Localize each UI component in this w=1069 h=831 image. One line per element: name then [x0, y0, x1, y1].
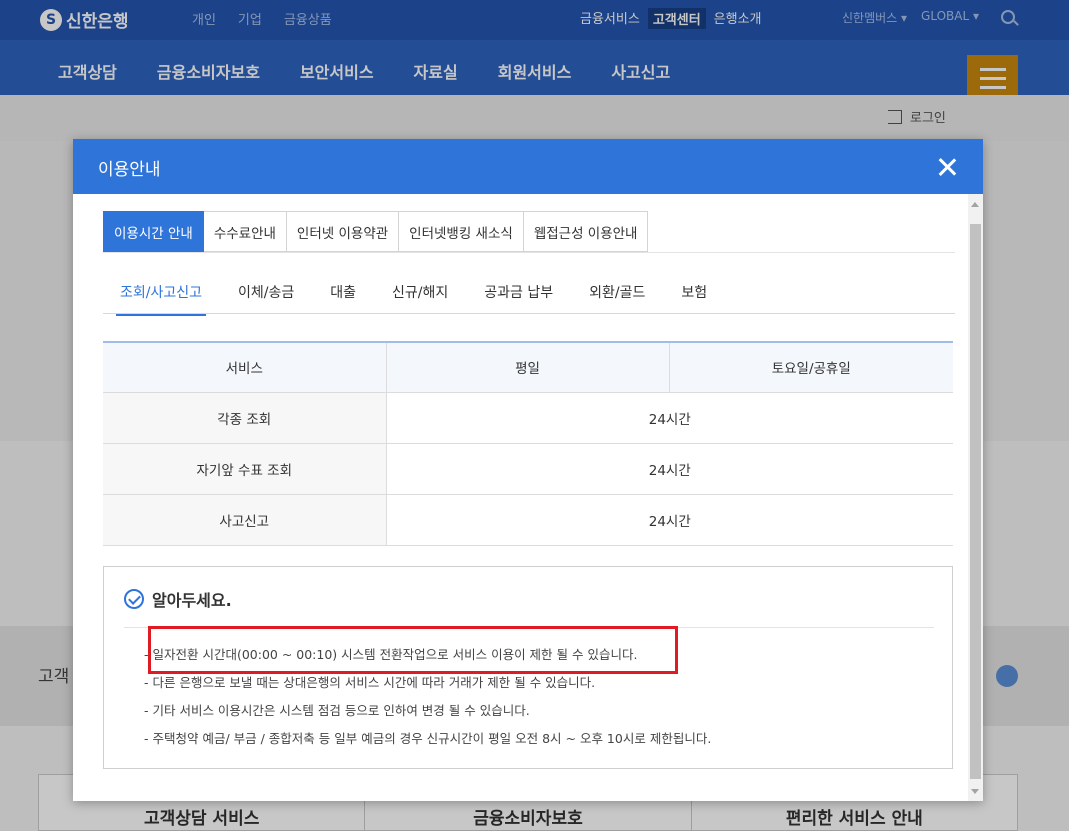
subtabs-divider — [103, 313, 955, 314]
scroll-thumb[interactable] — [970, 224, 981, 779]
table-row: 사고신고 24시간 — [103, 494, 953, 546]
row-service: 각종 조회 — [103, 392, 386, 444]
row-service: 자기앞 수표 조회 — [103, 443, 386, 495]
tab-fees[interactable]: 수수료안내 — [203, 211, 287, 252]
subtab-open-close[interactable]: 신규/해지 — [392, 282, 448, 316]
subtab-utility-payment[interactable]: 공과금 납부 — [484, 282, 553, 316]
service-hours-table: 서비스 평일 토요일/공휴일 각종 조회 24시간 자기앞 수표 조회 24시간… — [103, 341, 953, 546]
table-row: 각종 조회 24시간 — [103, 392, 953, 444]
tab-terms[interactable]: 인터넷 이용약관 — [286, 211, 400, 252]
modal-title: 이용안내 — [98, 160, 161, 180]
table-row: 자기앞 수표 조회 24시간 — [103, 443, 953, 495]
check-circle-icon — [124, 589, 144, 609]
header-weekend: 토요일/공휴일 — [668, 342, 953, 393]
modal-scrollbar[interactable] — [968, 194, 983, 801]
row-service: 사고신고 — [103, 494, 386, 546]
row-hours: 24시간 — [385, 392, 953, 444]
tab-service-hours[interactable]: 이용시간 안내 — [103, 211, 204, 252]
usage-guide-modal: 이용안내 이용시간 안내 수수료안내 인터넷 이용약관 인터넷뱅킹 새소식 웹접… — [73, 139, 983, 801]
close-icon[interactable] — [937, 157, 957, 177]
modal-header: 이용안내 — [73, 139, 983, 194]
subtab-loan[interactable]: 대출 — [330, 282, 356, 316]
notice-item: 다른 은행으로 보낼 때는 상대은행의 서비스 시간에 따라 거래가 제한 될 … — [144, 674, 711, 702]
row-hours: 24시간 — [385, 494, 953, 546]
subtab-insurance[interactable]: 보험 — [681, 282, 707, 316]
main-tabs: 이용시간 안내 수수료안내 인터넷 이용약관 인터넷뱅킹 새소식 웹접근성 이용… — [103, 211, 649, 252]
scroll-up-arrow-icon[interactable] — [971, 202, 979, 207]
notice-header: 알아두세요. — [124, 587, 232, 611]
notice-item: 기타 서비스 이용시간은 시스템 점검 등으로 인하여 변경 될 수 있습니다. — [144, 702, 711, 730]
subtab-inquiry-report[interactable]: 조회/사고신고 — [116, 282, 206, 316]
notice-item: 주택청약 예금/ 부금 / 종합저축 등 일부 예금의 경우 신규시간이 평일 … — [144, 730, 711, 758]
notice-title: 알아두세요. — [152, 591, 232, 610]
scroll-down-arrow-icon[interactable] — [971, 789, 979, 794]
row-hours: 24시간 — [385, 443, 953, 495]
table-header-row: 서비스 평일 토요일/공휴일 — [103, 342, 953, 393]
tab-banking-news[interactable]: 인터넷뱅킹 새소식 — [399, 211, 524, 252]
highlight-annotation-box — [148, 626, 678, 674]
header-service: 서비스 — [103, 342, 386, 393]
subtab-fx-gold[interactable]: 외환/골드 — [589, 282, 645, 316]
sub-tabs: 조회/사고신고 이체/송금 대출 신규/해지 공과금 납부 외환/골드 보험 — [116, 282, 743, 316]
tab-accessibility[interactable]: 웹접근성 이용안내 — [523, 211, 649, 252]
tabs-divider — [103, 252, 955, 253]
subtab-transfer[interactable]: 이체/송금 — [238, 282, 294, 316]
notice-box: 알아두세요. 일자전환 시간대(00:00 ~ 00:10) 시스템 전환작업으… — [103, 566, 953, 769]
header-weekday: 평일 — [385, 342, 669, 393]
